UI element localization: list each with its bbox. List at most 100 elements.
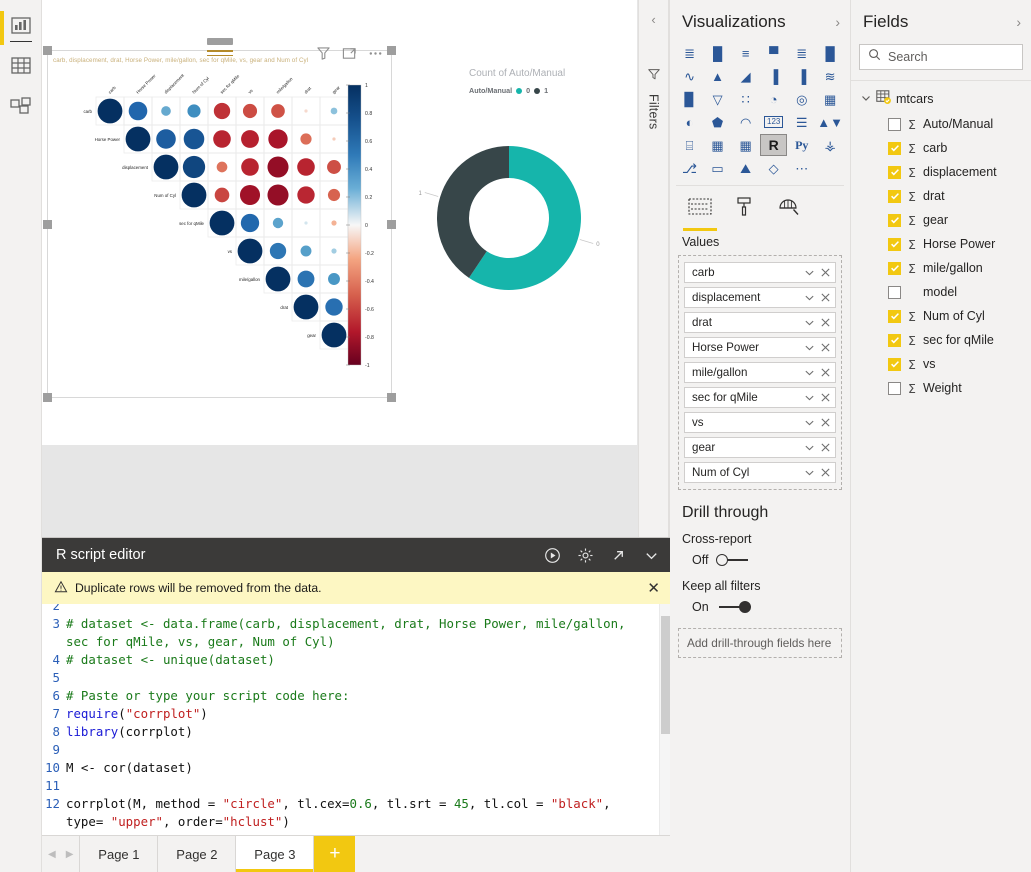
donut-chart-icon[interactable]: ◎	[788, 88, 815, 110]
r-script-visual[interactable]: carb, displacement, drat, Horse Power, m…	[43, 38, 396, 402]
scrollbar-thumb[interactable]	[661, 616, 670, 734]
table-icon[interactable]: ▦	[704, 134, 731, 156]
previous-page-button[interactable]: ◀	[48, 849, 56, 860]
collapse-visualizations-chevron-icon[interactable]: ›	[835, 14, 840, 30]
page-tab-3[interactable]: Page 3	[235, 836, 314, 872]
area-chart-icon[interactable]: ▲	[704, 65, 731, 87]
more-visuals-icon[interactable]: ⋯	[788, 157, 815, 179]
filters-pane-collapsed[interactable]: ‹ Filters	[638, 0, 669, 541]
chevron-down-icon[interactable]	[804, 267, 815, 278]
field-item[interactable]: Σcarb	[851, 136, 1031, 160]
field-checkbox[interactable]	[888, 237, 901, 251]
run-script-icon[interactable]	[544, 547, 561, 564]
field-item[interactable]: Σsec for qMile	[851, 328, 1031, 352]
cross-report-toggle[interactable]	[716, 554, 750, 566]
kpi-icon[interactable]: ▲▼	[816, 111, 844, 133]
line-stacked-column-chart-icon[interactable]: ▐	[760, 65, 787, 87]
value-well-row[interactable]: Num of Cyl	[684, 462, 836, 483]
stacked-bar-chart-icon[interactable]: ≣	[676, 42, 703, 64]
settings-gear-icon[interactable]	[577, 547, 594, 564]
clustered-bar-chart-icon[interactable]: ≡	[732, 42, 759, 64]
slicer-icon[interactable]: ⌸	[676, 134, 703, 156]
chevron-down-icon[interactable]	[804, 442, 815, 453]
multi-row-card-icon[interactable]: ☰	[788, 111, 815, 133]
chevron-down-icon[interactable]	[860, 92, 872, 107]
stacked-column-chart-icon[interactable]: █	[704, 42, 731, 64]
value-well-row[interactable]: mile/gallon	[684, 362, 836, 383]
value-well-row[interactable]: vs	[684, 412, 836, 433]
next-page-button[interactable]: ▶	[66, 849, 74, 860]
remove-field-icon[interactable]	[820, 267, 831, 278]
field-checkbox[interactable]	[888, 165, 901, 179]
field-item[interactable]: Σdrat	[851, 184, 1031, 208]
remove-field-icon[interactable]	[820, 342, 831, 353]
matrix-icon[interactable]: ▦	[732, 134, 759, 156]
field-item[interactable]: Σmodel	[851, 280, 1031, 304]
line-text[interactable]: # dataset <- unique(dataset)	[66, 651, 670, 669]
collapse-fields-chevron-icon[interactable]: ›	[1016, 14, 1021, 30]
page-tab-1[interactable]: Page 1	[79, 836, 158, 872]
line-clustered-column-chart-icon[interactable]: ▐	[788, 65, 815, 87]
donut-visual[interactable]: Count of Auto/Manual Auto/Manual 0 1 01	[407, 50, 632, 398]
stacked-area-chart-icon[interactable]: ◢	[732, 65, 759, 87]
fields-tab[interactable]	[678, 196, 722, 231]
keep-all-filters-toggle[interactable]	[717, 601, 751, 613]
field-item[interactable]: Σmile/gallon	[851, 256, 1031, 280]
field-checkbox[interactable]	[888, 285, 901, 299]
waterfall-chart-icon[interactable]: ▉	[676, 88, 703, 110]
field-item[interactable]: Σgear	[851, 208, 1031, 232]
report-view-button[interactable]	[0, 8, 42, 48]
open-external-icon[interactable]	[610, 547, 627, 564]
field-item[interactable]: Σ Horse Power	[851, 232, 1031, 256]
line-chart-icon[interactable]: ∿	[676, 65, 703, 87]
value-well-row[interactable]: displacement	[684, 287, 836, 308]
field-checkbox[interactable]	[888, 333, 901, 347]
paginated-report-icon[interactable]: ◇	[760, 157, 787, 179]
fields-search-box[interactable]: Search	[859, 44, 1023, 70]
remove-field-icon[interactable]	[820, 292, 831, 303]
decomposition-tree-icon[interactable]: ⎇	[676, 157, 703, 179]
add-page-button[interactable]: +	[313, 836, 356, 872]
drill-through-drop-zone[interactable]: Add drill-through fields here	[678, 628, 842, 658]
close-icon[interactable]: ✕	[647, 579, 660, 597]
field-item[interactable]: Σ Num of Cyl	[851, 304, 1031, 328]
treemap-icon[interactable]: ▦	[816, 88, 844, 110]
expand-filters-chevron-icon[interactable]: ‹	[651, 12, 655, 27]
field-checkbox[interactable]	[888, 381, 901, 395]
chevron-down-icon[interactable]	[804, 417, 815, 428]
r-script-visual-icon[interactable]: R	[760, 134, 788, 156]
filter-icon[interactable]	[647, 67, 661, 86]
format-tab[interactable]	[722, 196, 766, 231]
chevron-down-icon[interactable]	[804, 367, 815, 378]
field-table-mtcars[interactable]: mtcars	[851, 81, 1031, 112]
field-item[interactable]: Σvs	[851, 352, 1031, 376]
arcgis-maps-icon[interactable]: ⛰	[732, 157, 759, 179]
field-item[interactable]: Σ Weight	[851, 376, 1031, 400]
chevron-down-icon[interactable]	[804, 317, 815, 328]
clustered-column-chart-icon[interactable]: ▀	[760, 42, 787, 64]
value-well-row[interactable]: carb	[684, 262, 836, 283]
filled-map-icon[interactable]: ⬟	[704, 111, 731, 133]
chevron-down-icon[interactable]	[804, 342, 815, 353]
chevron-down-icon[interactable]	[804, 292, 815, 303]
chevron-down-icon[interactable]	[804, 392, 815, 403]
data-view-button[interactable]	[0, 48, 42, 88]
100-stacked-bar-chart-icon[interactable]: ≣	[788, 42, 815, 64]
focus-mode-icon[interactable]	[342, 46, 357, 61]
filter-icon[interactable]	[316, 46, 331, 61]
python-visual-icon[interactable]: Py	[788, 134, 815, 156]
line-text[interactable]: M <- cor(dataset)	[66, 759, 670, 777]
model-view-button[interactable]	[0, 88, 42, 128]
field-checkbox[interactable]	[888, 141, 901, 155]
value-well-row[interactable]: sec for qMile	[684, 387, 836, 408]
line-text[interactable]: # Paste or type your script code here:	[66, 687, 670, 705]
scatter-chart-icon[interactable]: ∷	[732, 88, 759, 110]
field-checkbox[interactable]	[888, 261, 901, 275]
card-icon[interactable]: 123	[760, 111, 787, 133]
remove-field-icon[interactable]	[820, 417, 831, 428]
100-stacked-column-chart-icon[interactable]: █	[816, 42, 844, 64]
r-code-area[interactable]: 2 3 # dataset <- data.frame(carb, displace…	[42, 604, 670, 835]
map-icon[interactable]: ◐	[676, 111, 703, 133]
line-text[interactable]: library(corrplot)	[66, 723, 670, 741]
field-checkbox[interactable]	[888, 117, 901, 131]
